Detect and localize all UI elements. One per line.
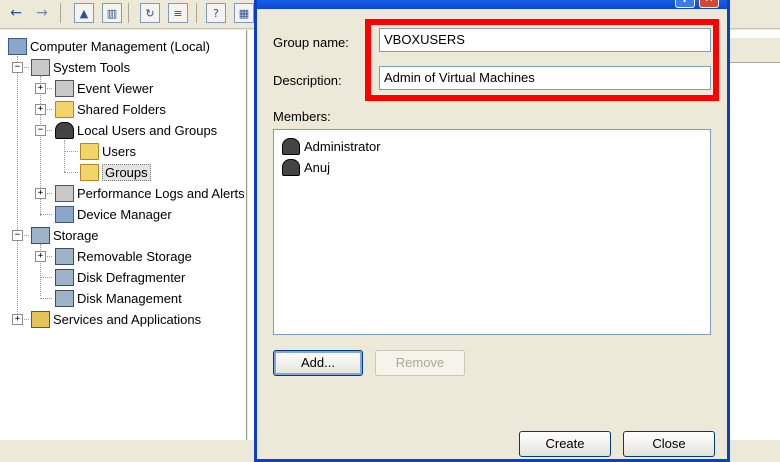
back-arrow-icon[interactable]: ← [6, 3, 26, 23]
expand-event-viewer[interactable]: + [35, 83, 46, 94]
list-item[interactable]: Administrator [282, 136, 381, 156]
folder-icon [80, 142, 99, 160]
tools-icon [31, 58, 50, 76]
computer-icon [8, 37, 27, 55]
member-name: Anuj [304, 159, 331, 175]
tree-item-removable-storage[interactable]: Removable Storage [55, 246, 192, 266]
tree-item-groups[interactable]: Groups [80, 162, 151, 182]
up-folder-icon[interactable]: ▲ [74, 3, 94, 23]
tree-item-event-viewer[interactable]: Event Viewer [55, 78, 153, 98]
close-button[interactable]: Close [623, 431, 715, 457]
dialog-titlebar[interactable]: ? ✕ [257, 0, 727, 9]
tree-item-local-users-groups[interactable]: Local Users and Groups [55, 120, 217, 140]
services-icon [31, 310, 50, 328]
help-icon[interactable]: ? [206, 3, 226, 23]
tree-item-computer-management[interactable]: Computer Management (Local) [8, 36, 210, 56]
storage-icon [31, 226, 50, 244]
event-viewer-icon [55, 79, 74, 97]
help-button[interactable]: ? [675, 0, 695, 8]
tree-item-label: Event Viewer [77, 80, 154, 96]
group-name-input[interactable]: VBOXUSERS [379, 28, 711, 52]
tree-item-label: Shared Folders [77, 101, 166, 117]
expand-shared-folders[interactable]: + [35, 104, 46, 115]
open-folder-icon [80, 163, 99, 181]
tree-item-storage[interactable]: Storage [31, 225, 99, 245]
tree-item-label: Device Manager [77, 206, 172, 222]
tree-item-label: Removable Storage [77, 248, 192, 264]
tree-item-label: Disk Management [77, 290, 182, 306]
close-window-button[interactable]: ✕ [699, 0, 719, 8]
members-label: Members: [273, 109, 331, 124]
tree-item-disk-defragmenter[interactable]: Disk Defragmenter [55, 267, 185, 287]
description-input[interactable]: Admin of Virtual Machines [379, 66, 711, 90]
forward-arrow-icon[interactable]: → [32, 3, 52, 23]
view-icon[interactable]: ▦ [234, 3, 254, 23]
expand-removable-storage[interactable]: + [35, 251, 46, 262]
export-list-icon[interactable]: ≡ [168, 3, 188, 23]
removable-storage-icon [55, 247, 74, 265]
tree-item-label: Groups [102, 163, 151, 181]
new-group-dialog: ? ✕ Group name: VBOXUSERS Description: A… [254, 0, 730, 462]
tree-item-label: Storage [53, 227, 99, 243]
tree-item-label: System Tools [53, 59, 131, 75]
collapse-system-tools[interactable]: − [12, 62, 23, 73]
collapse-local-users[interactable]: − [35, 125, 46, 136]
disk-management-icon [55, 289, 74, 307]
user-icon [282, 137, 300, 155]
refresh-icon[interactable]: ↻ [140, 3, 160, 23]
members-list[interactable]: Administrator Anuj [273, 129, 711, 335]
user-icon [282, 158, 300, 176]
group-name-label: Group name: [273, 35, 349, 50]
tree-item-shared-folders[interactable]: Shared Folders [55, 99, 166, 119]
tree-item-label: Local Users and Groups [77, 122, 218, 138]
show-hide-tree-icon[interactable]: ▥ [102, 3, 122, 23]
shared-folder-icon [55, 100, 74, 118]
tree-item-disk-management[interactable]: Disk Management [55, 288, 182, 308]
performance-icon [55, 184, 74, 202]
device-manager-icon [55, 205, 74, 223]
expand-performance-logs[interactable]: + [35, 188, 46, 199]
create-button[interactable]: Create [519, 431, 611, 457]
list-item[interactable]: Anuj [282, 157, 330, 177]
member-name: Administrator [304, 138, 381, 154]
tree-item-system-tools[interactable]: System Tools [31, 57, 130, 77]
tree-item-label: Users [102, 143, 136, 159]
tree-item-users[interactable]: Users [80, 141, 136, 161]
defragmenter-icon [55, 268, 74, 286]
collapse-storage[interactable]: − [12, 230, 23, 241]
description-label: Description: [273, 73, 342, 88]
users-group-icon [55, 121, 74, 139]
tree-item-device-manager[interactable]: Device Manager [55, 204, 172, 224]
tree-item-performance-logs[interactable]: Performance Logs and Alerts [55, 183, 245, 203]
tree-item-label: Computer Management (Local) [30, 38, 210, 54]
tree-item-label: Performance Logs and Alerts [77, 185, 245, 201]
tree-item-services-applications[interactable]: Services and Applications [31, 309, 201, 329]
expand-services-applications[interactable]: + [12, 314, 23, 325]
remove-button[interactable]: Remove [375, 350, 465, 376]
tree-item-label: Disk Defragmenter [77, 269, 186, 285]
add-button[interactable]: Add... [273, 350, 363, 376]
tree-item-label: Services and Applications [53, 311, 202, 327]
console-tree: − + + − + − + + Computer Management (Loc… [0, 30, 247, 440]
